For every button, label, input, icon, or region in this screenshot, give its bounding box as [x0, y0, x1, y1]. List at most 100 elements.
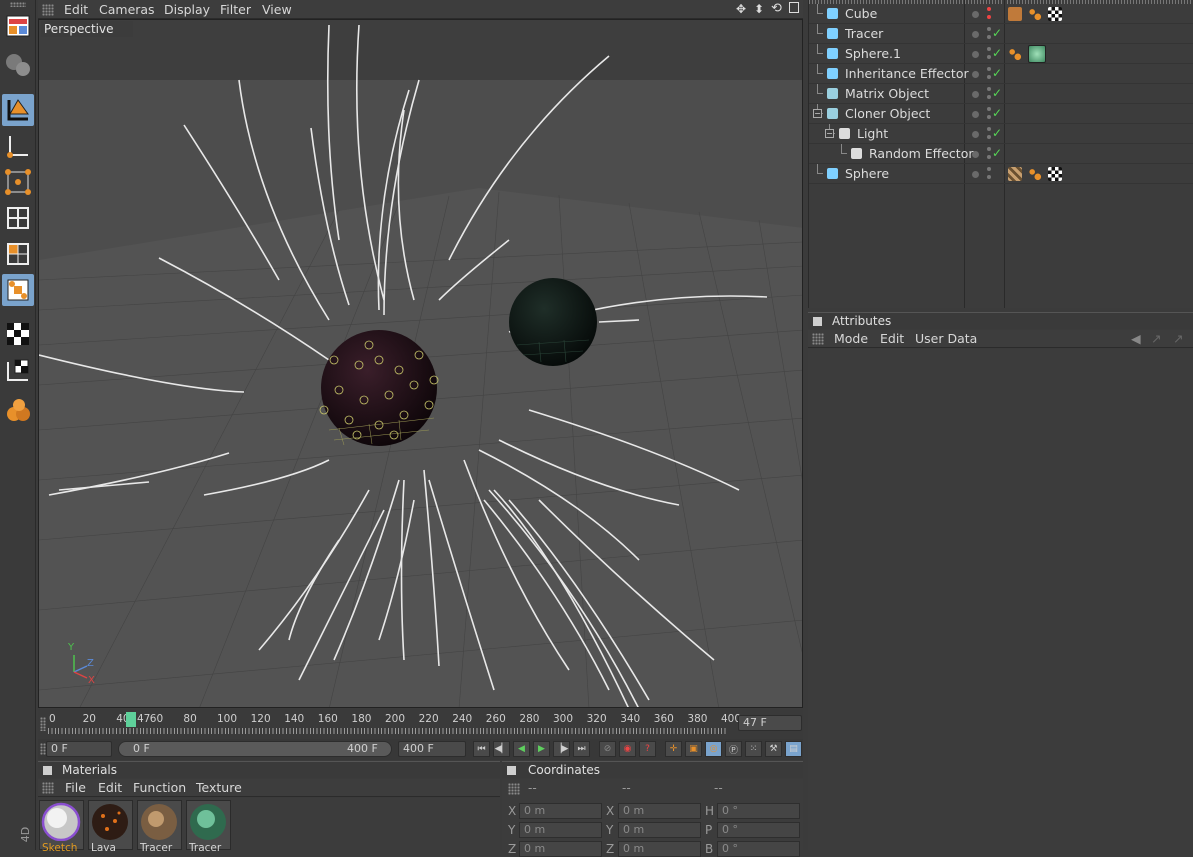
menu-view[interactable]: View [262, 2, 292, 17]
timeline[interactable]: 0 20 40 60 80 100 120 140 160 180 200 220 240 260 280 3… [38, 709, 803, 739]
render-visibility-dot[interactable] [987, 175, 991, 179]
object-name[interactable]: Tracer [845, 26, 883, 41]
render-visibility-dot[interactable] [987, 135, 991, 139]
range-slider[interactable]: 0 F 400 F [118, 741, 392, 757]
play-forward-button[interactable]: ▶ [533, 741, 550, 757]
render-visibility-dot[interactable] [987, 7, 991, 11]
collapse-toggle-icon[interactable]: − [813, 109, 822, 118]
play-backward-button[interactable]: ◀ [513, 741, 530, 757]
material-tag-icon[interactable] [1028, 45, 1046, 63]
materials-grip[interactable] [42, 782, 54, 794]
render-visibility-dot[interactable] [987, 115, 991, 119]
render-visibility-dot[interactable] [987, 27, 991, 31]
texture-tag-icon[interactable] [1048, 167, 1062, 181]
menu-edit[interactable]: Edit [64, 2, 88, 17]
3d-viewport[interactable]: Perspective Y Z X [38, 19, 803, 708]
coord-rot-field[interactable]: 0 ° [717, 841, 800, 857]
object-row[interactable]: Sphere [809, 164, 1193, 184]
object-row[interactable]: Inheritance Effector ✓ [809, 64, 1193, 84]
object-name[interactable]: Sphere.1 [845, 46, 901, 61]
materials-menu-edit[interactable]: Edit [98, 779, 122, 797]
material-tracer-1[interactable]: Tracer [137, 800, 182, 854]
render-visibility-dot[interactable] [987, 35, 991, 39]
material-sketch[interactable]: Sketch [39, 800, 84, 854]
rotate-view-icon[interactable]: ⟲ [771, 1, 782, 16]
render-visibility-dot[interactable] [987, 15, 991, 19]
render-visibility-dot[interactable] [987, 47, 991, 51]
materials-menu-function[interactable]: Function [133, 779, 186, 797]
object-row[interactable]: Matrix Object ✓ [809, 84, 1193, 104]
object-name[interactable]: Cloner Object [845, 106, 930, 121]
record-keys-button[interactable]: ⊘ [599, 741, 616, 757]
prev-frame-button[interactable]: ◀▏ [493, 741, 510, 757]
menu-cameras[interactable]: Cameras [99, 2, 155, 17]
editor-visibility-dot[interactable] [972, 91, 979, 98]
render-visibility-dot[interactable] [987, 147, 991, 151]
render-visibility-dot[interactable] [987, 95, 991, 99]
toolbar-grip[interactable] [10, 2, 26, 7]
start-frame-field[interactable]: 0 F [46, 741, 112, 757]
object-name[interactable]: Cube [845, 6, 877, 21]
axis-tool[interactable] [2, 130, 34, 162]
coord-size-field[interactable]: 0 m [618, 803, 701, 819]
end-frame-field[interactable]: 400 F [398, 741, 466, 757]
object-row[interactable]: − Cloner Object ✓ [809, 104, 1193, 124]
lock-arrow-icon[interactable]: ↗ [1173, 330, 1183, 348]
render-visibility-dot[interactable] [987, 55, 991, 59]
viewport-grip[interactable] [42, 4, 54, 16]
object-name[interactable]: Matrix Object [845, 86, 929, 101]
object-row[interactable]: − Light ✓ [809, 124, 1193, 144]
enabled-check-icon[interactable]: ✓ [992, 146, 1002, 160]
material-tag-icon[interactable] [1008, 167, 1022, 181]
material-lava[interactable]: Lava [88, 800, 133, 854]
materials-menu-texture[interactable]: Texture [196, 779, 242, 797]
editor-visibility-dot[interactable] [972, 51, 979, 58]
coord-pos-field[interactable]: 0 m [519, 822, 602, 838]
goto-start-button[interactable]: ⏮ [473, 741, 490, 757]
render-visibility-dot[interactable] [987, 107, 991, 111]
points-tool[interactable] [2, 166, 34, 198]
undo-view-tool[interactable] [2, 48, 34, 80]
texture-tag-icon[interactable] [1048, 7, 1062, 21]
parameter-key-button[interactable]: Ⓟ [725, 741, 742, 757]
panel-toggle-icon[interactable] [813, 317, 822, 326]
zoom-view-icon[interactable]: ⬍ [754, 2, 764, 16]
object-name[interactable]: Light [857, 126, 888, 141]
attributes-grip[interactable] [812, 333, 824, 345]
editor-visibility-dot[interactable] [972, 71, 979, 78]
next-frame-button[interactable]: ▕▶ [553, 741, 570, 757]
coord-rot-field[interactable]: 0 ° [717, 803, 800, 819]
edges-tool[interactable] [2, 202, 34, 234]
compositing-tag-icon[interactable] [1028, 7, 1042, 21]
enabled-check-icon[interactable]: ✓ [992, 86, 1002, 100]
keyframe-interp-button[interactable]: ⚒ [765, 741, 782, 757]
editor-visibility-dot[interactable] [972, 11, 979, 18]
goto-end-button[interactable]: ⏭ [573, 741, 590, 757]
position-key-button[interactable]: ✛ [665, 741, 682, 757]
object-row[interactable]: Sphere.1 ✓ [809, 44, 1193, 64]
autokey-button[interactable]: ◉ [619, 741, 636, 757]
render-visibility-dot[interactable] [987, 155, 991, 159]
playhead[interactable] [126, 712, 136, 727]
panel-toggle-icon[interactable] [507, 766, 516, 775]
move-view-icon[interactable]: ✥ [736, 2, 746, 16]
polygons-tool[interactable] [2, 238, 34, 270]
object-row[interactable]: Random Effector ✓ [809, 144, 1193, 164]
texture-tool[interactable] [2, 318, 34, 350]
coord-pos-field[interactable]: 0 m [519, 803, 602, 819]
attributes-menu-edit[interactable]: Edit [880, 330, 904, 348]
compositing-tag-icon[interactable] [1028, 167, 1042, 181]
maximize-view-icon[interactable] [789, 2, 799, 13]
editor-visibility-dot[interactable] [972, 151, 979, 158]
enabled-check-icon[interactable]: ✓ [992, 66, 1002, 80]
material-tag-icon[interactable] [1008, 7, 1022, 21]
render-visibility-dot[interactable] [987, 127, 991, 131]
scale-key-button[interactable]: ▣ [685, 741, 702, 757]
camera-label[interactable]: Perspective [41, 21, 133, 37]
collapse-toggle-icon[interactable]: − [825, 129, 834, 138]
editor-visibility-dot[interactable] [972, 111, 979, 118]
render-visibility-dot[interactable] [987, 75, 991, 79]
coord-pos-field[interactable]: 0 m [519, 841, 602, 857]
history-arrow-icon[interactable]: ↗ [1151, 330, 1161, 348]
move-tool[interactable] [2, 94, 34, 126]
